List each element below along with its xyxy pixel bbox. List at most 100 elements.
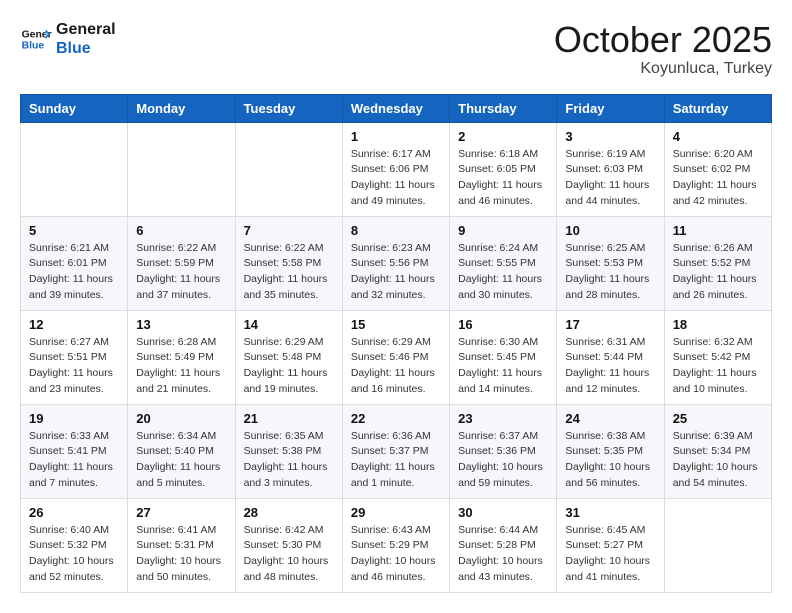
table-row: 8 Sunrise: 6:23 AM Sunset: 5:56 PM Daylig… <box>342 216 449 310</box>
day-info: Sunrise: 6:33 AM Sunset: 5:41 PM Dayligh… <box>29 429 119 492</box>
table-row: 14 Sunrise: 6:29 AM Sunset: 5:48 PM Dayli… <box>235 310 342 404</box>
day-info: Sunrise: 6:29 AM Sunset: 5:48 PM Dayligh… <box>244 335 334 398</box>
table-row <box>128 122 235 216</box>
day-number: 5 <box>29 223 119 238</box>
day-number: 9 <box>458 223 548 238</box>
day-number: 11 <box>673 223 763 238</box>
day-info: Sunrise: 6:22 AM Sunset: 5:59 PM Dayligh… <box>136 241 226 304</box>
calendar-week-3: 12 Sunrise: 6:27 AM Sunset: 5:51 PM Dayli… <box>21 310 772 404</box>
day-info: Sunrise: 6:26 AM Sunset: 5:52 PM Dayligh… <box>673 241 763 304</box>
col-saturday: Saturday <box>664 94 771 122</box>
table-row: 12 Sunrise: 6:27 AM Sunset: 5:51 PM Dayli… <box>21 310 128 404</box>
table-row: 6 Sunrise: 6:22 AM Sunset: 5:59 PM Daylig… <box>128 216 235 310</box>
table-row: 25Sunrise: 6:39 AM Sunset: 5:34 PM Dayli… <box>664 404 771 498</box>
table-row: 21Sunrise: 6:35 AM Sunset: 5:38 PM Dayli… <box>235 404 342 498</box>
day-number: 8 <box>351 223 441 238</box>
header: General Blue General Blue October 2025 K… <box>20 20 772 78</box>
day-info: Sunrise: 6:42 AM Sunset: 5:30 PM Dayligh… <box>244 523 334 586</box>
day-number: 12 <box>29 317 119 332</box>
day-number: 23 <box>458 411 548 426</box>
day-info: Sunrise: 6:31 AM Sunset: 5:44 PM Dayligh… <box>565 335 655 398</box>
calendar-week-2: 5 Sunrise: 6:21 AM Sunset: 6:01 PM Daylig… <box>21 216 772 310</box>
day-info: Sunrise: 6:35 AM Sunset: 5:38 PM Dayligh… <box>244 429 334 492</box>
calendar-week-5: 26Sunrise: 6:40 AM Sunset: 5:32 PM Dayli… <box>21 498 772 592</box>
table-row: 18 Sunrise: 6:32 AM Sunset: 5:42 PM Dayli… <box>664 310 771 404</box>
day-info: Sunrise: 6:29 AM Sunset: 5:46 PM Dayligh… <box>351 335 441 398</box>
day-info: Sunrise: 6:44 AM Sunset: 5:28 PM Dayligh… <box>458 523 548 586</box>
table-row: 11 Sunrise: 6:26 AM Sunset: 5:52 PM Dayli… <box>664 216 771 310</box>
day-info: Sunrise: 6:25 AM Sunset: 5:53 PM Dayligh… <box>565 241 655 304</box>
logo-general: General <box>56 20 116 39</box>
day-info: Sunrise: 6:38 AM Sunset: 5:35 PM Dayligh… <box>565 429 655 492</box>
day-info: Sunrise: 6:36 AM Sunset: 5:37 PM Dayligh… <box>351 429 441 492</box>
calendar-week-1: 1Sunrise: 6:17 AM Sunset: 6:06 PM Daylig… <box>21 122 772 216</box>
table-row: 24 Sunrise: 6:38 AM Sunset: 5:35 PM Dayli… <box>557 404 664 498</box>
day-number: 29 <box>351 505 441 520</box>
day-number: 7 <box>244 223 334 238</box>
day-info: Sunrise: 6:45 AM Sunset: 5:27 PM Dayligh… <box>565 523 655 586</box>
table-row: 20Sunrise: 6:34 AM Sunset: 5:40 PM Dayli… <box>128 404 235 498</box>
table-row: 17 Sunrise: 6:31 AM Sunset: 5:44 PM Dayli… <box>557 310 664 404</box>
svg-text:Blue: Blue <box>22 41 45 52</box>
day-info: Sunrise: 6:19 AM Sunset: 6:03 PM Dayligh… <box>565 147 655 210</box>
table-row: 13 Sunrise: 6:28 AM Sunset: 5:49 PM Dayli… <box>128 310 235 404</box>
day-info: Sunrise: 6:24 AM Sunset: 5:55 PM Dayligh… <box>458 241 548 304</box>
day-number: 19 <box>29 411 119 426</box>
table-row: 5 Sunrise: 6:21 AM Sunset: 6:01 PM Daylig… <box>21 216 128 310</box>
table-row <box>21 122 128 216</box>
day-number: 4 <box>673 129 763 144</box>
table-row: 7 Sunrise: 6:22 AM Sunset: 5:58 PM Daylig… <box>235 216 342 310</box>
day-info: Sunrise: 6:30 AM Sunset: 5:45 PM Dayligh… <box>458 335 548 398</box>
logo-blue: Blue <box>56 39 116 58</box>
day-number: 18 <box>673 317 763 332</box>
day-info: Sunrise: 6:28 AM Sunset: 5:49 PM Dayligh… <box>136 335 226 398</box>
table-row: 4 Sunrise: 6:20 AM Sunset: 6:02 PM Daylig… <box>664 122 771 216</box>
day-number: 6 <box>136 223 226 238</box>
table-row: 26Sunrise: 6:40 AM Sunset: 5:32 PM Dayli… <box>21 498 128 592</box>
day-info: Sunrise: 6:21 AM Sunset: 6:01 PM Dayligh… <box>29 241 119 304</box>
calendar-week-4: 19 Sunrise: 6:33 AM Sunset: 5:41 PM Dayli… <box>21 404 772 498</box>
table-row: 23 Sunrise: 6:37 AM Sunset: 5:36 PM Dayli… <box>450 404 557 498</box>
table-row: 15 Sunrise: 6:29 AM Sunset: 5:46 PM Dayli… <box>342 310 449 404</box>
day-number: 22 <box>351 411 441 426</box>
day-number: 24 <box>565 411 655 426</box>
day-info: Sunrise: 6:27 AM Sunset: 5:51 PM Dayligh… <box>29 335 119 398</box>
calendar-table: Sunday Monday Tuesday Wednesday Thursday… <box>20 94 772 593</box>
table-row: 2Sunrise: 6:18 AM Sunset: 6:05 PM Daylig… <box>450 122 557 216</box>
day-info: Sunrise: 6:32 AM Sunset: 5:42 PM Dayligh… <box>673 335 763 398</box>
month-title: October 2025 <box>554 20 772 60</box>
col-thursday: Thursday <box>450 94 557 122</box>
day-number: 15 <box>351 317 441 332</box>
table-row <box>235 122 342 216</box>
day-number: 14 <box>244 317 334 332</box>
day-number: 20 <box>136 411 226 426</box>
day-number: 27 <box>136 505 226 520</box>
title-section: October 2025 Koyunluca, Turkey <box>554 20 772 78</box>
table-row: 30 Sunrise: 6:44 AM Sunset: 5:28 PM Dayli… <box>450 498 557 592</box>
day-info: Sunrise: 6:37 AM Sunset: 5:36 PM Dayligh… <box>458 429 548 492</box>
day-number: 10 <box>565 223 655 238</box>
day-info: Sunrise: 6:43 AM Sunset: 5:29 PM Dayligh… <box>351 523 441 586</box>
day-info: Sunrise: 6:23 AM Sunset: 5:56 PM Dayligh… <box>351 241 441 304</box>
day-number: 3 <box>565 129 655 144</box>
table-row <box>664 498 771 592</box>
day-number: 1 <box>351 129 441 144</box>
day-info: Sunrise: 6:22 AM Sunset: 5:58 PM Dayligh… <box>244 241 334 304</box>
table-row: 27Sunrise: 6:41 AM Sunset: 5:31 PM Dayli… <box>128 498 235 592</box>
day-number: 13 <box>136 317 226 332</box>
table-row: 19 Sunrise: 6:33 AM Sunset: 5:41 PM Dayli… <box>21 404 128 498</box>
col-tuesday: Tuesday <box>235 94 342 122</box>
day-number: 30 <box>458 505 548 520</box>
day-info: Sunrise: 6:20 AM Sunset: 6:02 PM Dayligh… <box>673 147 763 210</box>
table-row: 28Sunrise: 6:42 AM Sunset: 5:30 PM Dayli… <box>235 498 342 592</box>
col-wednesday: Wednesday <box>342 94 449 122</box>
calendar-header-row: Sunday Monday Tuesday Wednesday Thursday… <box>21 94 772 122</box>
day-number: 16 <box>458 317 548 332</box>
day-number: 2 <box>458 129 548 144</box>
logo-icon: General Blue <box>20 23 52 55</box>
table-row: 1Sunrise: 6:17 AM Sunset: 6:06 PM Daylig… <box>342 122 449 216</box>
day-number: 31 <box>565 505 655 520</box>
day-number: 17 <box>565 317 655 332</box>
col-monday: Monday <box>128 94 235 122</box>
location-title: Koyunluca, Turkey <box>554 60 772 78</box>
